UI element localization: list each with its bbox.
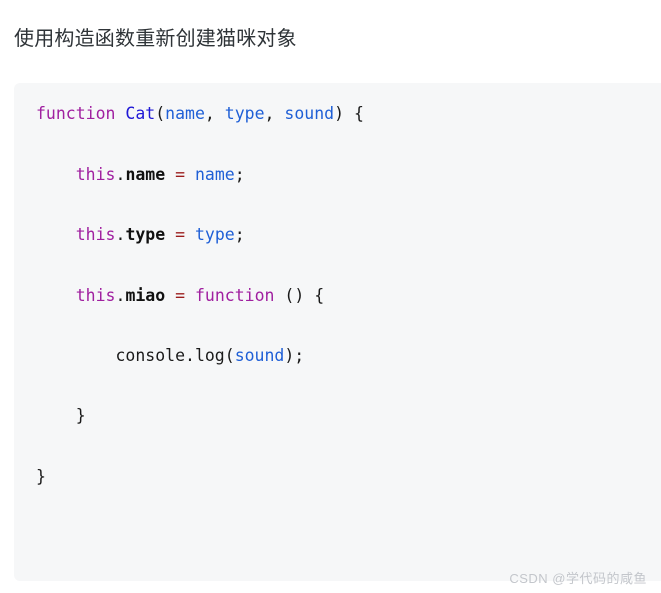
code-line: this.type = type; xyxy=(36,220,661,250)
code-line: this.miao = function () { xyxy=(36,281,661,311)
code-token: console.log( xyxy=(36,346,235,366)
code-token: sound xyxy=(234,346,285,366)
code-token: this xyxy=(75,164,116,184)
code-token: . xyxy=(115,225,126,245)
code-line: } xyxy=(36,401,661,431)
code-token: () { xyxy=(274,285,325,305)
code-line: this.name = name; xyxy=(36,160,661,190)
code-token: this xyxy=(75,225,116,245)
code-token: . xyxy=(115,164,126,184)
code-line: } xyxy=(36,462,661,492)
code-token: ; xyxy=(234,225,245,245)
code-token: name xyxy=(195,164,235,184)
code-token: = xyxy=(175,225,186,245)
code-token: this xyxy=(75,285,116,305)
watermark: CSDN @学代码的咸鱼 xyxy=(509,571,647,587)
code-content[interactable]: function Cat(name, type, sound) { this.n… xyxy=(36,99,661,581)
code-token: ( xyxy=(155,104,166,124)
code-token: sound xyxy=(284,104,335,124)
code-token: } xyxy=(36,406,86,426)
code-line: function Cat(name, type, sound) { xyxy=(36,99,661,129)
code-token: type xyxy=(125,225,166,245)
code-token: . xyxy=(115,285,126,305)
code-token: = xyxy=(175,164,186,184)
code-token: ; xyxy=(234,164,245,184)
code-token: , xyxy=(204,104,225,124)
code-token: Cat xyxy=(125,104,156,124)
code-token: function xyxy=(195,285,275,305)
code-token: ) { xyxy=(334,104,364,124)
code-token: = xyxy=(175,285,186,305)
code-token: name xyxy=(165,104,205,124)
code-token: ); xyxy=(284,346,305,366)
code-token: type xyxy=(224,104,265,124)
code-token: function xyxy=(36,104,116,124)
code-token: type xyxy=(195,225,235,245)
page-title: 使用构造函数重新创建猫咪对象 xyxy=(14,28,297,51)
code-token: name xyxy=(125,164,166,184)
code-token: miao xyxy=(125,285,166,305)
code-token: , xyxy=(264,104,285,124)
code-token: } xyxy=(36,466,46,486)
code-block: function Cat(name, type, sound) { this.n… xyxy=(14,83,661,582)
code-line: console.log(sound); xyxy=(36,341,661,371)
